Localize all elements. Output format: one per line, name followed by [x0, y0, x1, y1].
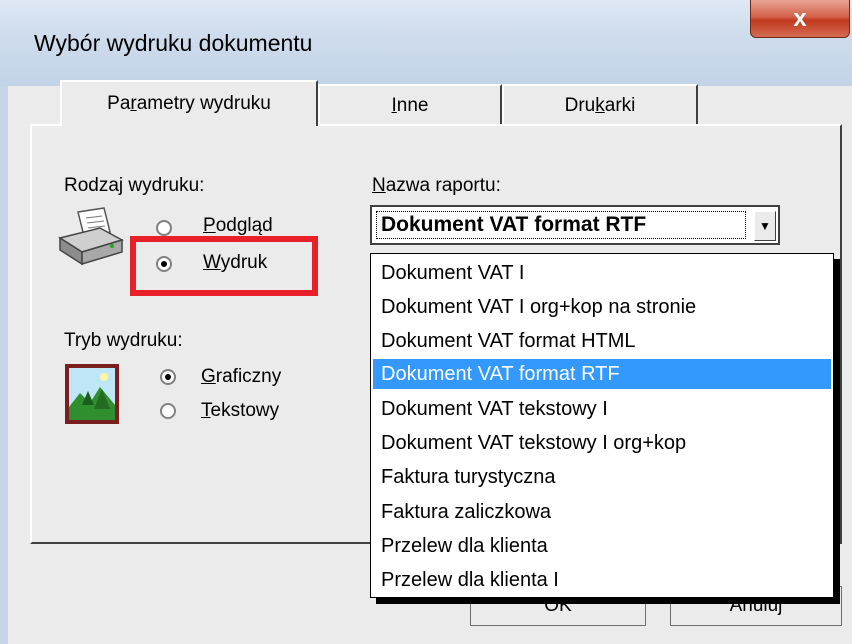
radio-podglad[interactable]: [156, 220, 172, 236]
graphic-mode-icon: [64, 363, 120, 425]
report-combobox-value: Dokument VAT format RTF: [376, 211, 746, 239]
report-name-label: Nazwa raportu:: [372, 175, 501, 196]
tab-parametry-wydruku[interactable]: Parametry wydruku: [60, 80, 318, 126]
tab-drukarki[interactable]: Drukarki: [502, 84, 698, 126]
close-button[interactable]: x: [750, 0, 850, 38]
list-item[interactable]: Dokument VAT I org+kop na stronie: [373, 292, 831, 322]
print-type-label: Rodzaj wydruku:: [64, 175, 205, 196]
list-item[interactable]: Przelew dla klienta I: [373, 565, 831, 595]
tab-label: Parametry wydruku: [107, 93, 271, 114]
radio-podglad-label: Podgląd: [203, 215, 273, 236]
report-dropdown-list[interactable]: Dokument VAT I Dokument VAT I org+kop na…: [370, 253, 834, 598]
close-icon: x: [793, 4, 807, 32]
list-item-selected[interactable]: Dokument VAT format RTF: [373, 359, 831, 389]
chevron-down-icon[interactable]: ▼: [754, 211, 776, 241]
list-item[interactable]: Dokument VAT tekstowy I org+kop: [373, 428, 831, 458]
radio-graficzny[interactable]: [160, 369, 176, 385]
list-item[interactable]: Dokument VAT I: [373, 258, 831, 288]
list-item[interactable]: Dokument VAT format HTML: [373, 326, 831, 356]
tab-label: Inne: [391, 95, 429, 116]
printer-icon: [56, 206, 126, 270]
list-item[interactable]: Faktura zaliczkowa: [373, 497, 831, 527]
list-item[interactable]: Dokument VAT tekstowy I: [373, 394, 831, 424]
report-combobox[interactable]: Dokument VAT format RTF ▼: [370, 205, 780, 245]
radio-graficzny-label: Graficzny: [201, 366, 282, 387]
radio-tekstowy[interactable]: [160, 403, 176, 419]
list-item[interactable]: Przelew dla klienta: [373, 531, 831, 561]
print-mode-label: Tryb wydruku:: [64, 330, 183, 351]
highlight-annotation: [130, 236, 318, 296]
window-title: Wybór wydruku dokumentu: [34, 30, 313, 56]
list-item[interactable]: Faktura turystyczna: [373, 462, 831, 492]
tab-inne[interactable]: Inne: [318, 84, 502, 126]
radio-tekstowy-label: Tekstowy: [201, 400, 280, 421]
window-border: [0, 86, 8, 644]
tab-label: Drukarki: [564, 95, 636, 116]
